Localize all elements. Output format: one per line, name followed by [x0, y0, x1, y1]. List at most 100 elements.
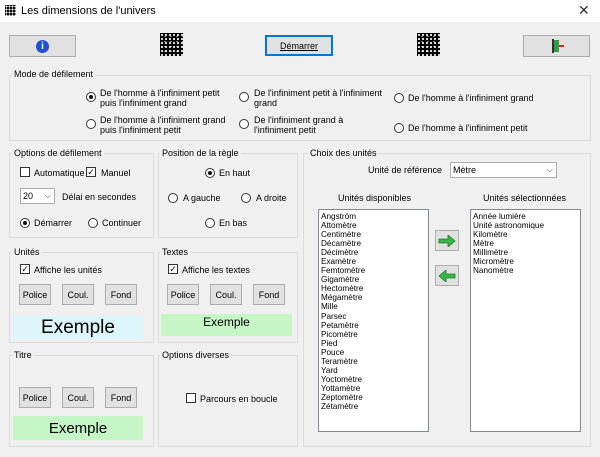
list-item[interactable]: Millimètre — [473, 248, 578, 257]
texts-style-title: Textes — [160, 247, 191, 257]
delay-label: Délai en secondes — [62, 192, 137, 202]
texts-font-button[interactable]: Police — [167, 284, 199, 305]
list-item[interactable]: Décimètre — [321, 248, 426, 257]
list-item[interactable]: Kilomètre — [473, 230, 578, 239]
units-font-button[interactable]: Police — [19, 284, 51, 305]
manual-checkbox[interactable]: ✓ — [86, 167, 96, 177]
ruler-top-radio[interactable] — [205, 168, 215, 178]
list-item[interactable]: Décamètre — [321, 239, 426, 248]
mode-radio-2[interactable] — [239, 92, 249, 102]
list-item[interactable]: Yottamètre — [321, 384, 426, 393]
mode-radio-5[interactable] — [239, 119, 249, 129]
list-item[interactable]: Centimètre — [321, 230, 426, 239]
list-item[interactable]: Hectomètre — [321, 284, 426, 293]
title-sample-text: Exemple — [13, 416, 143, 440]
selected-units-list[interactable]: Année lumière Unité astronomique Kilomètre… — [470, 209, 581, 432]
galaxy-image-right — [417, 33, 440, 56]
list-item[interactable]: Mille — [321, 302, 426, 311]
texts-bg-button[interactable]: Fond — [253, 284, 285, 305]
units-sample-text: Exemple — [13, 316, 143, 339]
available-units-list[interactable]: Angström Attomètre Centimètre Décamètre Déci… — [318, 209, 429, 432]
list-item[interactable]: Mètre — [473, 239, 578, 248]
texts-color-button[interactable]: Coul. — [210, 284, 242, 305]
start-radio[interactable] — [20, 218, 30, 228]
add-unit-button[interactable] — [435, 230, 459, 251]
title-bg-button[interactable]: Fond — [105, 387, 137, 408]
exit-button[interactable] — [523, 35, 590, 57]
close-icon[interactable]: ✕ — [578, 2, 590, 19]
list-item[interactable]: Yoctomètre — [321, 375, 426, 384]
ruler-right-radio[interactable] — [241, 193, 251, 203]
texts-sample-text: Exemple — [161, 314, 292, 336]
mode-radio-6[interactable] — [394, 123, 404, 133]
continue-radio[interactable] — [88, 218, 98, 228]
title-style-title: Titre — [12, 350, 34, 360]
units-style-title: Unités — [12, 247, 42, 257]
mode-radio-3[interactable] — [394, 93, 404, 103]
show-units-checkbox[interactable]: ✓ — [20, 264, 30, 274]
scroll-options-title: Options de défilement — [12, 148, 104, 158]
app-icon — [5, 5, 16, 16]
list-item[interactable]: Nanomètre — [473, 266, 578, 275]
misc-options-title: Options diverses — [160, 350, 232, 360]
start-button[interactable]: Démarrer — [265, 35, 333, 56]
continue-radio-label: Continuer — [102, 218, 142, 228]
mode-radio-4[interactable] — [86, 119, 96, 129]
mode-label-1: De l'homme à l'infiniment petit puis l'i… — [100, 88, 220, 108]
list-item[interactable]: Picomètre — [321, 330, 426, 339]
list-item[interactable]: Angström — [321, 212, 426, 221]
reference-unit-value: Mètre — [453, 165, 477, 175]
reference-unit-select[interactable]: Mètre ⌵ — [450, 162, 557, 178]
mode-radio-1[interactable] — [86, 92, 96, 102]
units-color-button[interactable]: Coul. — [62, 284, 94, 305]
show-texts-label: Affiche les textes — [182, 265, 250, 275]
info-button[interactable]: i — [9, 35, 76, 57]
title-font-button[interactable]: Police — [19, 387, 51, 408]
list-item[interactable]: Parsec — [321, 312, 426, 321]
title-color-button[interactable]: Coul. — [62, 387, 94, 408]
list-item[interactable]: Zeptomètre — [321, 393, 426, 402]
list-item[interactable]: Femtomètre — [321, 266, 426, 275]
mode-label-5: De l'infiniment grand à l'infiniment pet… — [254, 115, 344, 135]
mode-label-2: De l'infiniment petit à l'infiniment gra… — [254, 88, 382, 108]
ruler-bottom-radio[interactable] — [205, 218, 215, 228]
ruler-right-label: A droite — [256, 193, 287, 203]
start-button-label: Démarrer — [279, 40, 318, 51]
list-item[interactable]: Pouce — [321, 348, 426, 357]
remove-unit-button[interactable] — [435, 265, 459, 286]
ruler-left-label: A gauche — [183, 193, 221, 203]
list-item[interactable]: Zétamètre — [321, 402, 426, 411]
show-units-label: Affiche les unités — [34, 265, 102, 275]
units-bg-button[interactable]: Fond — [105, 284, 137, 305]
mode-label-6: De l'homme à l'infiniment petit — [408, 123, 528, 133]
list-item[interactable]: Année lumière — [473, 212, 578, 221]
available-units-label: Unités disponibles — [338, 193, 412, 203]
chevron-down-icon: ⌵ — [546, 165, 553, 174]
list-item[interactable]: Yard — [321, 366, 426, 375]
window-title: Les dimensions de l'univers — [21, 5, 156, 17]
list-item[interactable]: Unité astronomique — [473, 221, 578, 230]
list-item[interactable]: Micromètre — [473, 257, 578, 266]
galaxy-image-left — [160, 33, 183, 56]
loop-checkbox[interactable] — [186, 393, 196, 403]
list-item[interactable]: Pied — [321, 339, 426, 348]
info-icon: i — [36, 39, 49, 53]
ruler-position-title: Position de la règle — [160, 148, 241, 158]
mode-label-3: De l'homme à l'infiniment grand — [408, 93, 534, 103]
chevron-down-icon: ⌵ — [44, 191, 51, 200]
list-item[interactable]: Attomètre — [321, 221, 426, 230]
list-item[interactable]: Gigamètre — [321, 275, 426, 284]
show-texts-checkbox[interactable]: ✓ — [168, 264, 178, 274]
list-item[interactable]: Petamètre — [321, 321, 426, 330]
list-item[interactable]: Teramètre — [321, 357, 426, 366]
ruler-left-radio[interactable] — [168, 193, 178, 203]
auto-checkbox[interactable] — [20, 167, 30, 177]
start-radio-label: Démarrer — [34, 218, 73, 228]
auto-label: Automatique — [34, 168, 85, 178]
arrow-right-icon — [438, 234, 456, 247]
delay-select[interactable]: 20 ⌵ — [20, 188, 55, 204]
arrow-left-icon — [438, 269, 456, 282]
list-item[interactable]: Examètre — [321, 257, 426, 266]
list-item[interactable]: Mégamètre — [321, 293, 426, 302]
exit-door-icon — [551, 39, 564, 53]
